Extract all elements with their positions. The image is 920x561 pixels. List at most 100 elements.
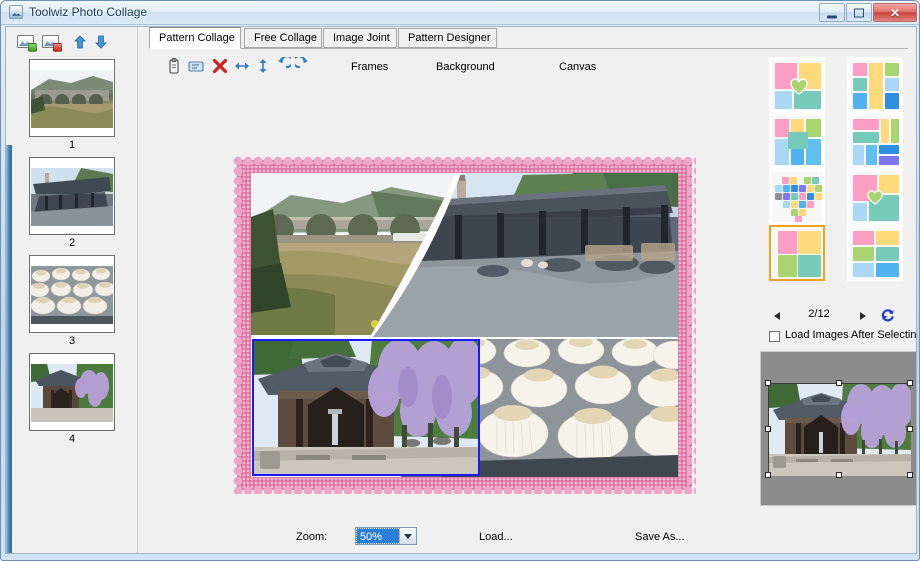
rotate-right-icon[interactable]	[292, 54, 313, 75]
crop-handle-nw[interactable]	[765, 380, 771, 386]
pattern-block	[885, 93, 899, 109]
pattern-block	[807, 185, 814, 192]
load-button[interactable]: Load...	[479, 531, 513, 543]
rotate-left-icon[interactable]	[273, 54, 294, 75]
crop-handle-sw[interactable]	[765, 472, 771, 478]
pattern-block	[775, 193, 782, 200]
pattern-preview	[772, 228, 822, 278]
tab-pattern-designer[interactable]: Pattern Designer	[398, 28, 497, 48]
thumbnail-frame[interactable]	[29, 255, 115, 333]
clipboard-icon[interactable]	[165, 57, 183, 75]
delete-icon[interactable]	[211, 57, 229, 75]
arrow-up-icon	[74, 35, 86, 49]
image-thumbnail-list[interactable]: 1 2 3 4	[6, 57, 138, 553]
pattern-block	[791, 209, 798, 216]
scrollbar-thumb[interactable]	[6, 145, 12, 553]
crop-handle-se[interactable]	[907, 472, 913, 478]
image-list-scrollbar[interactable]	[6, 27, 12, 553]
tab-pattern-collage[interactable]: Pattern Collage	[149, 27, 241, 49]
load-after-select-row[interactable]: Load Images After Selectin	[769, 329, 916, 345]
pattern-mosaic-heart[interactable]	[769, 169, 825, 225]
pattern-prev-button[interactable]	[773, 310, 785, 322]
pattern-page-indicator: 2/12	[808, 308, 830, 320]
collage-cell-3[interactable]	[252, 339, 480, 476]
zoom-value[interactable]: 50%	[356, 528, 399, 544]
load-after-select-checkbox[interactable]	[769, 331, 780, 342]
pattern-banner-grid[interactable]	[847, 113, 903, 169]
pattern-block	[789, 77, 809, 95]
pattern-block	[853, 93, 867, 109]
tab-free-collage[interactable]: Free Collage	[244, 28, 322, 48]
pattern-columns-mixed[interactable]	[847, 57, 903, 113]
canvas-button[interactable]: Canvas	[559, 61, 596, 73]
background-button[interactable]: Background	[436, 61, 495, 73]
thumbnail-frame[interactable]	[29, 353, 115, 431]
flip-vertical-icon[interactable]	[254, 57, 272, 75]
main-panel: Pattern Collage Free Collage Image Joint…	[139, 27, 916, 553]
remove-badge-icon	[53, 43, 62, 52]
save-as-button[interactable]: Save As...	[635, 531, 685, 543]
text-insert-glyph	[188, 61, 204, 72]
text-insert-icon[interactable]	[187, 57, 205, 75]
maximize-button[interactable]	[846, 3, 872, 22]
pattern-block	[775, 139, 789, 165]
move-up-button[interactable]	[72, 33, 88, 51]
flip-horizontal-glyph	[235, 62, 249, 70]
crop-handle-s[interactable]	[836, 472, 842, 478]
list-item[interactable]: 4	[6, 353, 138, 445]
collage-canvas[interactable]	[237, 160, 692, 490]
crop-handle-w[interactable]	[765, 426, 771, 432]
refresh-icon[interactable]	[881, 308, 895, 322]
pattern-grid[interactable]	[769, 57, 905, 297]
pattern-block	[853, 231, 874, 245]
pattern-heart-quad[interactable]	[847, 169, 903, 225]
add-badge-icon	[28, 43, 37, 52]
maximize-icon	[854, 8, 864, 17]
preview-panel[interactable]	[760, 351, 916, 506]
tab-image-joint[interactable]: Image Joint	[323, 28, 397, 48]
zoom-combobox[interactable]: 50%	[355, 527, 417, 545]
remove-image-button[interactable]	[41, 33, 62, 52]
pattern-block	[804, 177, 811, 184]
flip-horizontal-icon[interactable]	[233, 57, 251, 75]
pattern-block	[778, 255, 797, 277]
thumbnail-frame[interactable]	[29, 59, 115, 137]
close-button[interactable]: ✕	[873, 3, 917, 22]
pattern-block	[853, 145, 864, 165]
thumbnail-frame[interactable]	[29, 157, 115, 235]
list-item[interactable]: 3	[6, 255, 138, 347]
image-list-panel: 1 2 3 4	[6, 27, 138, 553]
pattern-curve-quad[interactable]	[769, 225, 825, 281]
pattern-block	[881, 119, 889, 143]
crop-handle-ne[interactable]	[907, 380, 913, 386]
pattern-block	[775, 119, 789, 137]
pattern-block	[775, 185, 782, 192]
pattern-block	[799, 185, 806, 192]
pattern-preview	[772, 172, 822, 222]
clipboard-glyph	[169, 58, 179, 74]
pattern-preview	[850, 172, 900, 222]
list-item[interactable]: 2	[6, 157, 138, 249]
minimize-button[interactable]	[819, 3, 845, 22]
pattern-preview	[850, 60, 900, 110]
pattern-preview	[850, 116, 900, 166]
move-down-button[interactable]	[93, 33, 109, 51]
pattern-center-square[interactable]	[769, 113, 825, 169]
pattern-next-button[interactable]	[857, 310, 869, 322]
add-image-button[interactable]	[16, 33, 37, 52]
pattern-block	[791, 185, 798, 192]
chevron-down-icon[interactable]	[399, 528, 416, 544]
minimize-icon	[827, 15, 837, 18]
pattern-heart-overlay[interactable]	[769, 57, 825, 113]
list-item[interactable]: 1	[6, 59, 138, 151]
work-area[interactable]	[149, 83, 757, 539]
pattern-block	[799, 201, 806, 208]
frames-button[interactable]: Frames	[351, 61, 388, 73]
crop-handle-e[interactable]	[907, 426, 913, 432]
crop-handle-n[interactable]	[836, 380, 842, 386]
pattern-block	[853, 132, 879, 143]
collage-photo-area	[251, 173, 678, 477]
preview-image[interactable]	[768, 383, 914, 476]
pattern-curve-rows[interactable]	[847, 225, 903, 281]
pattern-block	[815, 185, 822, 192]
